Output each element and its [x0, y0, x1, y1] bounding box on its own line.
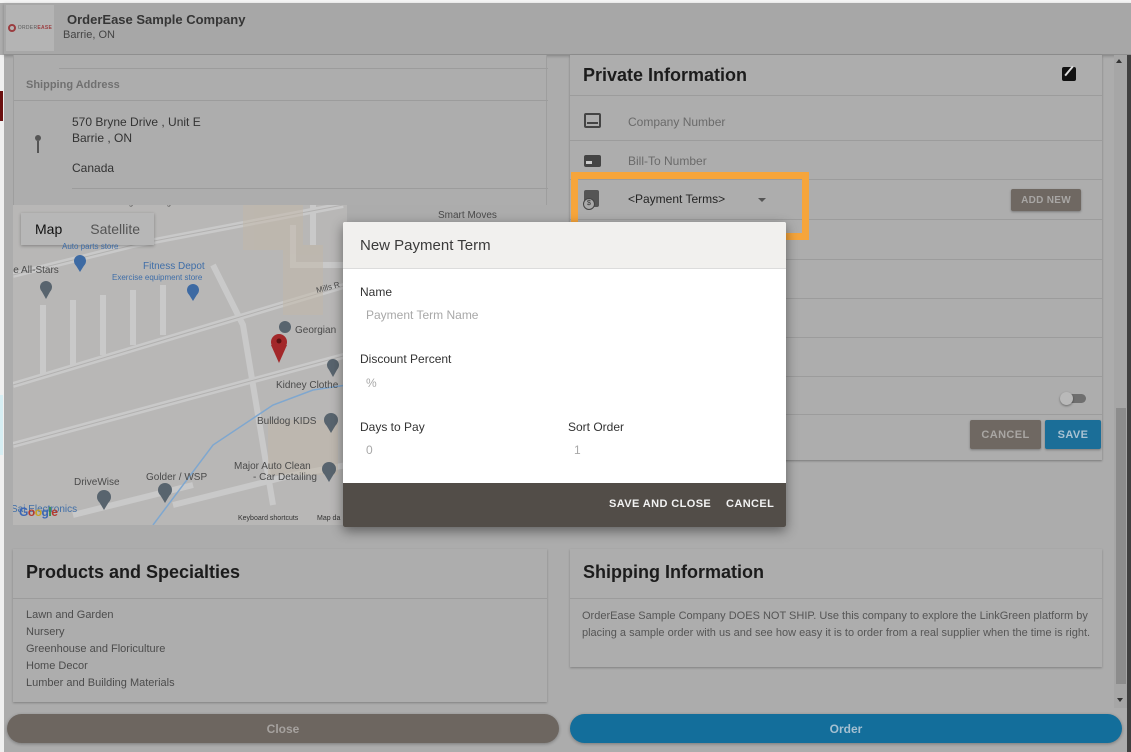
days-to-pay-input[interactable] [360, 439, 550, 461]
discount-percent-input[interactable] [360, 372, 770, 394]
shipping-address-card: Shipping Address 570 Bryne Drive , Unit … [13, 55, 548, 205]
address-line-1: 570 Bryne Drive , Unit E [72, 115, 201, 129]
map-label: Exercise equipment store [112, 273, 203, 282]
shipping-information-title: Shipping Information [583, 562, 764, 582]
google-map[interactable]: Map Satellite Sugar Training Centre Auto… [13, 205, 347, 525]
company-location: Barrie, ON [63, 29, 115, 41]
map-label: - Car Detailing [253, 472, 317, 483]
app-window: ORDEREASE OrderEase Sample Company Barri… [0, 0, 1131, 752]
address-line-2: Barrie , ON [72, 131, 133, 145]
google-logo: Google [19, 505, 58, 519]
logo-text-suffix: EASE [37, 25, 53, 31]
divider [570, 140, 1102, 141]
sort-order-input[interactable] [568, 439, 768, 461]
product-item: Lawn and Garden [26, 609, 114, 621]
map-label: Golder / WSP [146, 472, 208, 483]
name-label: Name [360, 285, 393, 299]
private-information-title: Private Information [583, 65, 748, 85]
divider [72, 188, 548, 189]
company-name: OrderEase Sample Company [67, 12, 246, 27]
company-number-field[interactable]: Company Number [628, 115, 725, 129]
inbox-icon [584, 113, 601, 128]
map-type-toggle: Map Satellite [21, 213, 155, 245]
selected-location-marker [271, 334, 287, 363]
map-label: le All-Stars [13, 265, 59, 276]
map-type-map[interactable]: Map [21, 213, 76, 245]
save-button[interactable]: SAVE [1045, 420, 1101, 449]
product-item: Home Decor [26, 660, 88, 672]
dialog-cancel-button[interactable]: CANCEL [726, 498, 774, 510]
dialog-header: New Payment Term [343, 222, 786, 269]
products-title: Products and Specialties [26, 562, 241, 582]
scrollbar-thumb[interactable] [1116, 408, 1126, 684]
map-label: Auto parts store [62, 242, 119, 251]
company-logo: ORDEREASE [6, 5, 54, 51]
background-page-edge [0, 55, 4, 752]
product-item: Greenhouse and Floriculture [26, 643, 166, 655]
logo-text-prefix: ORDER [17, 25, 38, 31]
company-header: ORDEREASE OrderEase Sample Company Barri… [4, 3, 1131, 55]
divider [14, 100, 548, 101]
divider [13, 598, 547, 599]
products-specialties-card: Products and Specialties Lawn and Garden… [13, 549, 547, 702]
keyboard-shortcuts-link[interactable]: Keyboard shortcuts [238, 515, 298, 522]
divider [570, 219, 1102, 220]
save-and-close-button[interactable]: SAVE AND CLOSE [609, 498, 711, 510]
calendar-payment-icon [583, 190, 599, 210]
shipping-address-label: Shipping Address [26, 79, 120, 91]
background-accent [0, 395, 3, 455]
map-label: Sugar Training Centre [119, 205, 197, 207]
map-label: Fitness Depot [143, 261, 205, 272]
window-edge [1127, 55, 1131, 752]
product-item: Nursery [26, 626, 65, 638]
cancel-button[interactable]: CANCEL [970, 420, 1041, 449]
map-label: DriveWise [74, 477, 120, 488]
order-button[interactable]: Order [570, 714, 1122, 743]
divider [570, 598, 1102, 599]
background-accent [0, 91, 3, 121]
add-new-payment-term-button[interactable]: ADD NEW [1011, 189, 1081, 211]
address-country: Canada [72, 161, 115, 175]
dialog-title: New Payment Term [360, 237, 491, 254]
dialog-footer [343, 483, 786, 527]
map-label: Georgian [295, 325, 337, 336]
map-label: Smart Moves [438, 210, 497, 221]
toggle-switch[interactable] [1060, 392, 1086, 406]
shipping-information-text: OrderEase Sample Company DOES NOT SHIP. … [582, 610, 1091, 639]
map-type-satellite[interactable]: Satellite [76, 213, 154, 245]
edit-icon[interactable] [1062, 67, 1076, 81]
map-label: Kidney Clothe [276, 380, 339, 391]
close-button[interactable]: Close [7, 714, 559, 743]
payment-terms-select[interactable]: <Payment Terms> [628, 192, 725, 206]
scroll-down-arrow-icon[interactable] [1117, 698, 1123, 702]
shipping-information-card: Shipping Information OrderEase Sample Co… [570, 549, 1102, 667]
logo-mark-icon [7, 24, 16, 32]
divider [570, 95, 1102, 96]
chevron-down-icon[interactable] [758, 198, 766, 202]
new-payment-term-dialog: New Payment Term Name Discount Percent D… [343, 222, 786, 527]
bill-to-number-field[interactable]: Bill-To Number [628, 154, 707, 168]
divider [59, 68, 548, 69]
scroll-up-arrow-icon[interactable] [1116, 59, 1122, 63]
credit-card-icon [584, 155, 601, 167]
payment-term-name-input[interactable] [360, 304, 770, 326]
product-item: Lumber and Building Materials [26, 677, 175, 689]
map-data-link[interactable]: Map da [317, 515, 340, 522]
discount-percent-label: Discount Percent [360, 352, 452, 366]
divider [570, 179, 1102, 180]
days-to-pay-label: Days to Pay [360, 420, 425, 434]
map-label: Major Auto Clean [234, 461, 311, 472]
sort-order-label: Sort Order [568, 420, 625, 434]
map-label: Bulldog KIDS [257, 416, 317, 427]
location-pin-icon [34, 135, 42, 155]
